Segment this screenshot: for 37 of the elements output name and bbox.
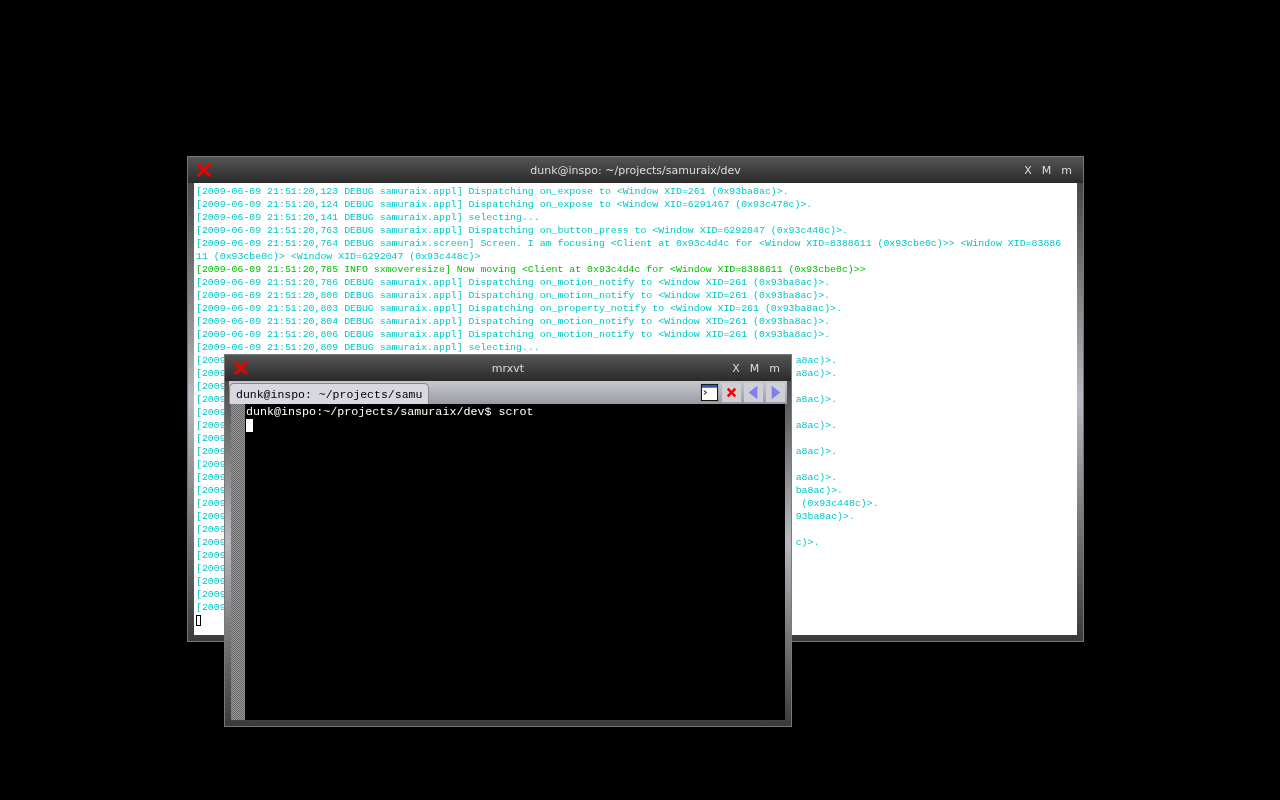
window-control-button[interactable]: m xyxy=(1058,163,1075,177)
log-line: [2009-06-09 21:51:20,785 INFO sxmoveresize] Now moving <Client at 0x93c4d4c for <Window XID=8388611 (0x93cbe0c)>> xyxy=(196,263,867,276)
terminal-tab[interactable]: dunk@inspo: ~/projects/samu xyxy=(229,383,430,404)
log-line: a8ac)>. xyxy=(795,393,838,406)
terminal-icon[interactable] xyxy=(700,383,719,402)
close-icon[interactable] xyxy=(233,360,249,376)
command-line: dunk@inspo:~/projects/samuraix/dev$ scrot xyxy=(246,405,535,419)
log-line: [2009-06-09 21:51:20,764 DEBUG samuraix.screen] Screen. I am focusing <Client at 0x93c4d4c for <Window XID=8388611 (0x93cbe0c)>> <Window XID=83886 xyxy=(196,237,1063,250)
window-control-button[interactable]: X xyxy=(1021,163,1035,177)
log-line: (0x93c448c)>. xyxy=(800,497,879,510)
log-line: a8ac)>. xyxy=(795,367,838,380)
window-control-button[interactable]: M xyxy=(1038,163,1055,177)
log-line: [2009-06-09 21:51:20,124 DEBUG samuraix.appl] Dispatching on_expose to <Window XID=6291467 (0x93c478c)>. xyxy=(196,198,814,211)
log-line: a8ac)>. xyxy=(795,471,838,484)
log-line: 93ba8ac)>. xyxy=(795,510,855,523)
log-line: a8ac)>. xyxy=(795,419,838,432)
window-control-button[interactable]: m xyxy=(766,361,783,375)
log-line: a8ac)>. xyxy=(795,354,838,367)
scrollbar[interactable] xyxy=(231,404,245,720)
log-line: c)>. xyxy=(795,536,820,549)
log-line: ba8ac)>. xyxy=(795,484,844,497)
log-line: 11 (0x93cbe0c)> <Window XID=6292047 (0x93c448c)> xyxy=(196,250,482,263)
log-line: [2009-06-09 21:51:20,804 DEBUG samuraix.appl] Dispatching on_motion_notify to <Window XID=261 (0x93ba8ac)>. xyxy=(196,315,832,328)
log-line: [2009-06-09 21:51:20,763 DEBUG samuraix.appl] Dispatching on_button_press to <Window XID=6292047 (0x93c448c)>. xyxy=(196,224,849,237)
close-icon[interactable] xyxy=(196,162,212,178)
log-line: [2009-06-09 21:51:20,786 DEBUG samuraix.appl] Dispatching on_motion_notify to <Window XID=261 (0x93ba8ac)>. xyxy=(196,276,832,289)
log-line: a8ac)>. xyxy=(795,445,838,458)
log-line: [2009-06-09 21:51:20,800 DEBUG samuraix.appl] Dispatching on_motion_notify to <Window XID=261 (0x93ba8ac)>. xyxy=(196,289,832,302)
log-line: [2009-06-09 21:51:20,809 DEBUG samuraix.appl] selecting... xyxy=(196,341,541,354)
window-control-button[interactable]: X xyxy=(729,361,743,375)
window-title: mrxvt xyxy=(491,361,525,375)
log-line: [2009-06-09 21:51:20,123 DEBUG samuraix.appl] Dispatching on_expose to <Window XID=261 (0x93ba8ac)>. xyxy=(196,185,790,198)
log-line: [2009-06-09 21:51:20,806 DEBUG samuraix.appl] Dispatching on_motion_notify to <Window XID=261 (0x93ba8ac)>. xyxy=(196,328,832,341)
window-control-button[interactable]: M xyxy=(746,361,763,375)
window-title: dunk@inspo: ~/projects/samuraix/dev xyxy=(530,163,741,177)
log-line: [2009-06-09 21:51:20,803 DEBUG samuraix.appl] Dispatching on_property_notify to <Window XID=261 (0x93ba8ac)>. xyxy=(196,302,843,315)
log-line: [2009-06-09 21:51:20,141 DEBUG samuraix.appl] selecting... xyxy=(196,211,541,224)
